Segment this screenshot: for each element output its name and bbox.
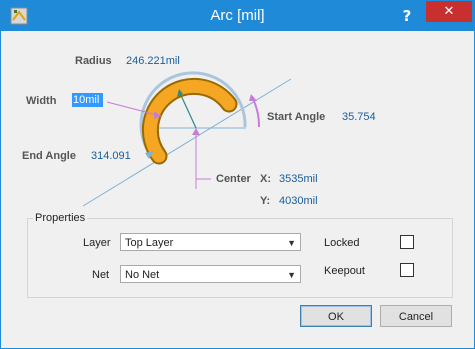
- center-y-value[interactable]: 4030mil: [279, 195, 318, 207]
- start-angle-label: Start Angle: [267, 111, 326, 123]
- arc-dialog: Arc [mil] ? ✕ Radius 246.221mil Width 10…: [0, 0, 475, 349]
- chevron-down-icon: ▼: [287, 238, 296, 248]
- ok-button[interactable]: OK: [300, 305, 372, 327]
- locked-checkbox[interactable]: [400, 235, 414, 249]
- center-x-label: X:: [260, 173, 271, 185]
- layer-label: Layer: [83, 237, 111, 249]
- radius-guide-line: [82, 78, 292, 207]
- cancel-button[interactable]: Cancel: [380, 305, 452, 327]
- width-label: Width: [26, 95, 57, 107]
- radius-arrow-line: [178, 90, 197, 129]
- close-button[interactable]: ✕: [426, 1, 472, 22]
- net-select[interactable]: No Net ▼: [120, 265, 301, 283]
- chevron-down-icon: ▼: [287, 270, 296, 280]
- locked-label: Locked: [324, 237, 360, 249]
- layer-select-value: Top Layer: [125, 237, 174, 249]
- layer-select[interactable]: Top Layer ▼: [120, 233, 301, 251]
- net-label: Net: [92, 269, 110, 281]
- keepout-checkbox[interactable]: [400, 263, 414, 277]
- title-bar: Arc [mil] ? ✕: [1, 1, 474, 31]
- start-angle-value[interactable]: 35.754: [342, 111, 376, 123]
- properties-group: [27, 218, 453, 298]
- end-angle-value[interactable]: 314.091: [91, 150, 131, 162]
- start-angle-arc: [252, 98, 261, 128]
- center-x-value[interactable]: 3535mil: [279, 173, 318, 185]
- center-label: Center: [216, 173, 251, 185]
- radius-value[interactable]: 246.221mil: [126, 55, 180, 67]
- center-y-label: Y:: [260, 195, 271, 207]
- width-input[interactable]: 10mil: [72, 93, 103, 107]
- help-button[interactable]: ?: [394, 3, 420, 29]
- radius-label: Radius: [75, 55, 112, 67]
- center-arrow: [192, 128, 200, 135]
- end-angle-label: End Angle: [22, 150, 76, 162]
- start-angle-arrow: [249, 94, 257, 101]
- net-select-value: No Net: [125, 269, 160, 281]
- keepout-label: Keepout: [324, 265, 365, 277]
- properties-group-title: Properties: [33, 212, 88, 224]
